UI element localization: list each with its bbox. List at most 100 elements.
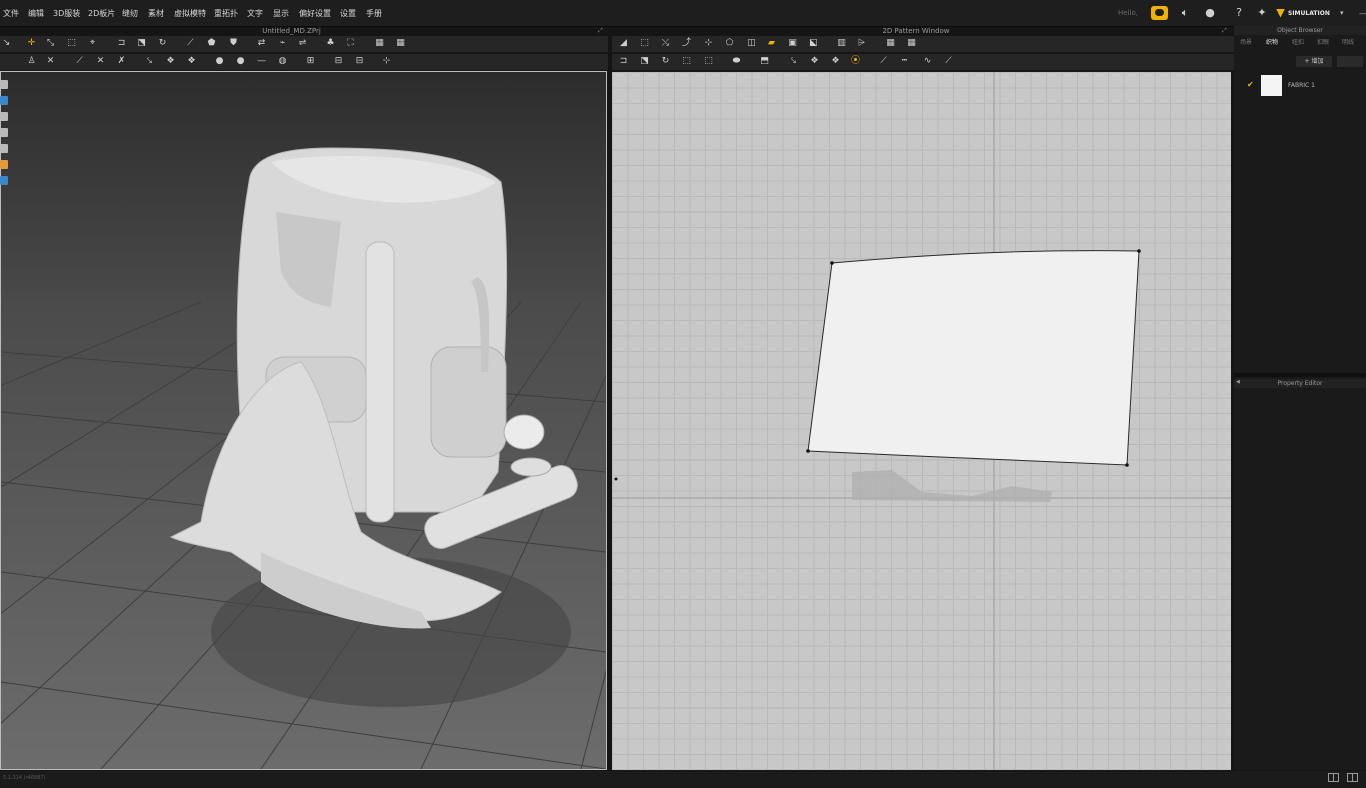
menu-2d-pattern[interactable]: 2D板片 — [88, 8, 115, 19]
align-icon[interactable]: ⊹ — [381, 56, 392, 67]
tab-button[interactable]: 纽扣 — [1292, 37, 1304, 46]
tab-topstitch[interactable]: 明线 — [1342, 37, 1354, 46]
face-icon[interactable] — [0, 160, 8, 169]
pleat-icon[interactable]: ⬒ — [759, 56, 770, 67]
wave-icon[interactable]: ∿ — [922, 56, 933, 67]
gift-icon[interactable]: ✦ — [1255, 6, 1269, 20]
viewport-2d[interactable] — [612, 72, 1231, 770]
cut-icon[interactable]: ⟋ — [74, 56, 85, 67]
internal-polygon-icon[interactable]: ▣ — [787, 38, 798, 49]
cloud-icon[interactable] — [1151, 6, 1168, 20]
split-layout-icon[interactable] — [1328, 773, 1339, 782]
free-sew-2d-icon[interactable]: ⬔ — [639, 56, 650, 67]
move-gizmo-icon[interactable]: ✛ — [26, 38, 37, 49]
panel-divider[interactable] — [1234, 373, 1366, 377]
wrap-icon[interactable]: ⟋ — [185, 38, 196, 49]
select-arrow-icon[interactable]: ↘ — [1, 38, 12, 49]
segment-sew-2d-icon[interactable]: ⊐ — [618, 56, 629, 67]
fabric-swatch[interactable] — [1261, 75, 1282, 96]
grid-2d-icon[interactable]: ▦ — [885, 38, 896, 49]
viewport-3d[interactable] — [0, 71, 607, 770]
speaker-icon[interactable]: 🔈︎ — [1178, 6, 1192, 20]
fold-icon[interactable]: ⬔ — [136, 38, 147, 49]
simulation-icon[interactable]: ⌁ — [277, 38, 288, 49]
elastic-icon[interactable]: — — [256, 56, 267, 67]
measure-line-icon[interactable]: ⊞ — [305, 56, 316, 67]
blue-cube-icon[interactable] — [0, 176, 8, 185]
minimize-icon[interactable]: — — [1359, 9, 1366, 18]
tack-icon[interactable]: ⬟ — [206, 38, 217, 49]
edit-curve-icon[interactable]: ⤯ — [660, 38, 671, 49]
fabric-name[interactable]: FABRIC 1 — [1288, 82, 1315, 89]
edit-sew-icon[interactable]: ⬚ — [681, 56, 692, 67]
check-sew-icon[interactable]: ↻ — [660, 56, 671, 67]
pen-icon[interactable]: ⟋ — [943, 56, 954, 67]
fabric-pattern-piece[interactable] — [807, 250, 1140, 466]
grid-icon[interactable]: ⛶ — [345, 38, 356, 49]
snap-line-icon[interactable]: ⊟ — [354, 56, 365, 67]
mode-selector[interactable]: SIMULATION — [1276, 6, 1330, 20]
tab-fabric[interactable]: 织物 — [1266, 37, 1278, 46]
tab-scene[interactable]: 场景 — [1240, 37, 1252, 46]
texture-icon[interactable]: ⩥ — [856, 38, 867, 49]
pattern-point[interactable] — [1125, 463, 1129, 467]
add-point-icon[interactable]: ⊹ — [703, 38, 714, 49]
buttonhole-icon[interactable]: ❖ — [186, 56, 197, 67]
circle-icon[interactable]: ▰ — [766, 38, 777, 49]
menu-display[interactable]: 显示 — [273, 8, 289, 19]
fold-arrange-icon[interactable]: ↻ — [157, 38, 168, 49]
menu-preferences[interactable]: 偏好设置 — [299, 8, 331, 19]
zigzag-icon[interactable]: ┅ — [899, 56, 910, 67]
single-layout-icon[interactable] — [1347, 773, 1358, 782]
box-select-icon[interactable]: ⬚ — [66, 38, 77, 49]
user-icon[interactable]: ● — [1203, 6, 1217, 20]
seam-allowance-icon[interactable]: ⬬ — [731, 56, 742, 67]
secondary-button[interactable] — [1337, 56, 1363, 67]
dash-line-icon[interactable]: ⟋ — [878, 56, 889, 67]
stitch-icon[interactable]: ⤥ — [788, 56, 799, 67]
snap-icon[interactable]: ⊟ — [333, 56, 344, 67]
pipe-icon[interactable]: ● — [235, 56, 246, 67]
transform-pattern-icon[interactable]: ◢ — [618, 38, 629, 49]
check-icon[interactable]: ✔ — [1247, 80, 1254, 89]
add-fabric-button[interactable]: + 增加 — [1296, 56, 1332, 67]
expand-arrow-icon[interactable]: ◀ — [1236, 379, 1240, 385]
sew-icon[interactable]: ⊐ — [116, 38, 127, 49]
menu-file[interactable]: 文件 — [3, 8, 19, 19]
menu-materials[interactable]: 素材 — [148, 8, 164, 19]
line-icon[interactable]: ⦿ — [850, 56, 861, 67]
avatar-icon[interactable] — [0, 112, 8, 121]
rectangle-icon[interactable]: ◫ — [746, 38, 757, 49]
ruler-icon[interactable]: ❖ — [830, 56, 841, 67]
help-icon[interactable]: ? — [1232, 6, 1246, 20]
pattern-point[interactable] — [806, 449, 810, 453]
dart-icon[interactable]: ⬕ — [808, 38, 819, 49]
garment-icon[interactable]: ⛊ — [228, 38, 239, 49]
menu-settings[interactable]: 设置 — [340, 8, 356, 19]
button-icon[interactable]: ❖ — [165, 56, 176, 67]
fold-2d-icon[interactable]: ⬚ — [703, 56, 714, 67]
menu-manual[interactable]: 手册 — [366, 8, 382, 19]
topstitch-2d-icon[interactable]: ❖ — [809, 56, 820, 67]
pattern-point[interactable] — [830, 261, 834, 265]
avatar-icon[interactable]: ♣ — [325, 38, 336, 49]
viewport-3d-expand-icon[interactable]: ⤢ — [598, 27, 603, 35]
mesh-2d-icon[interactable]: ▦ — [906, 38, 917, 49]
menu-avatar[interactable]: 虚拟模特 — [174, 8, 206, 19]
move-line-icon[interactable]: ⇄ — [256, 38, 267, 49]
measure-icon[interactable]: ◍ — [277, 56, 288, 67]
mesh-icon[interactable]: ▦ — [374, 38, 385, 49]
zip-icon[interactable]: ✕ — [95, 56, 106, 67]
shirt-icon[interactable] — [0, 80, 8, 89]
menu-retopology[interactable]: 重拓扑 — [214, 8, 238, 19]
menu-text[interactable]: 文字 — [247, 8, 263, 19]
viewport-2d-expand-icon[interactable]: ⤢ — [1222, 27, 1227, 35]
walk-icon[interactable]: ♙ — [26, 56, 37, 67]
menu-edit[interactable]: 编辑 — [28, 8, 44, 19]
pattern-point[interactable] — [1137, 249, 1141, 253]
arrangement-icon[interactable]: ⇌ — [297, 38, 308, 49]
trace-icon[interactable]: ▥ — [836, 38, 847, 49]
flat-icon[interactable] — [0, 144, 8, 153]
menu-3d-garment[interactable]: 3D服装 — [53, 8, 80, 19]
free-sew-icon[interactable]: ⤥ — [144, 56, 155, 67]
